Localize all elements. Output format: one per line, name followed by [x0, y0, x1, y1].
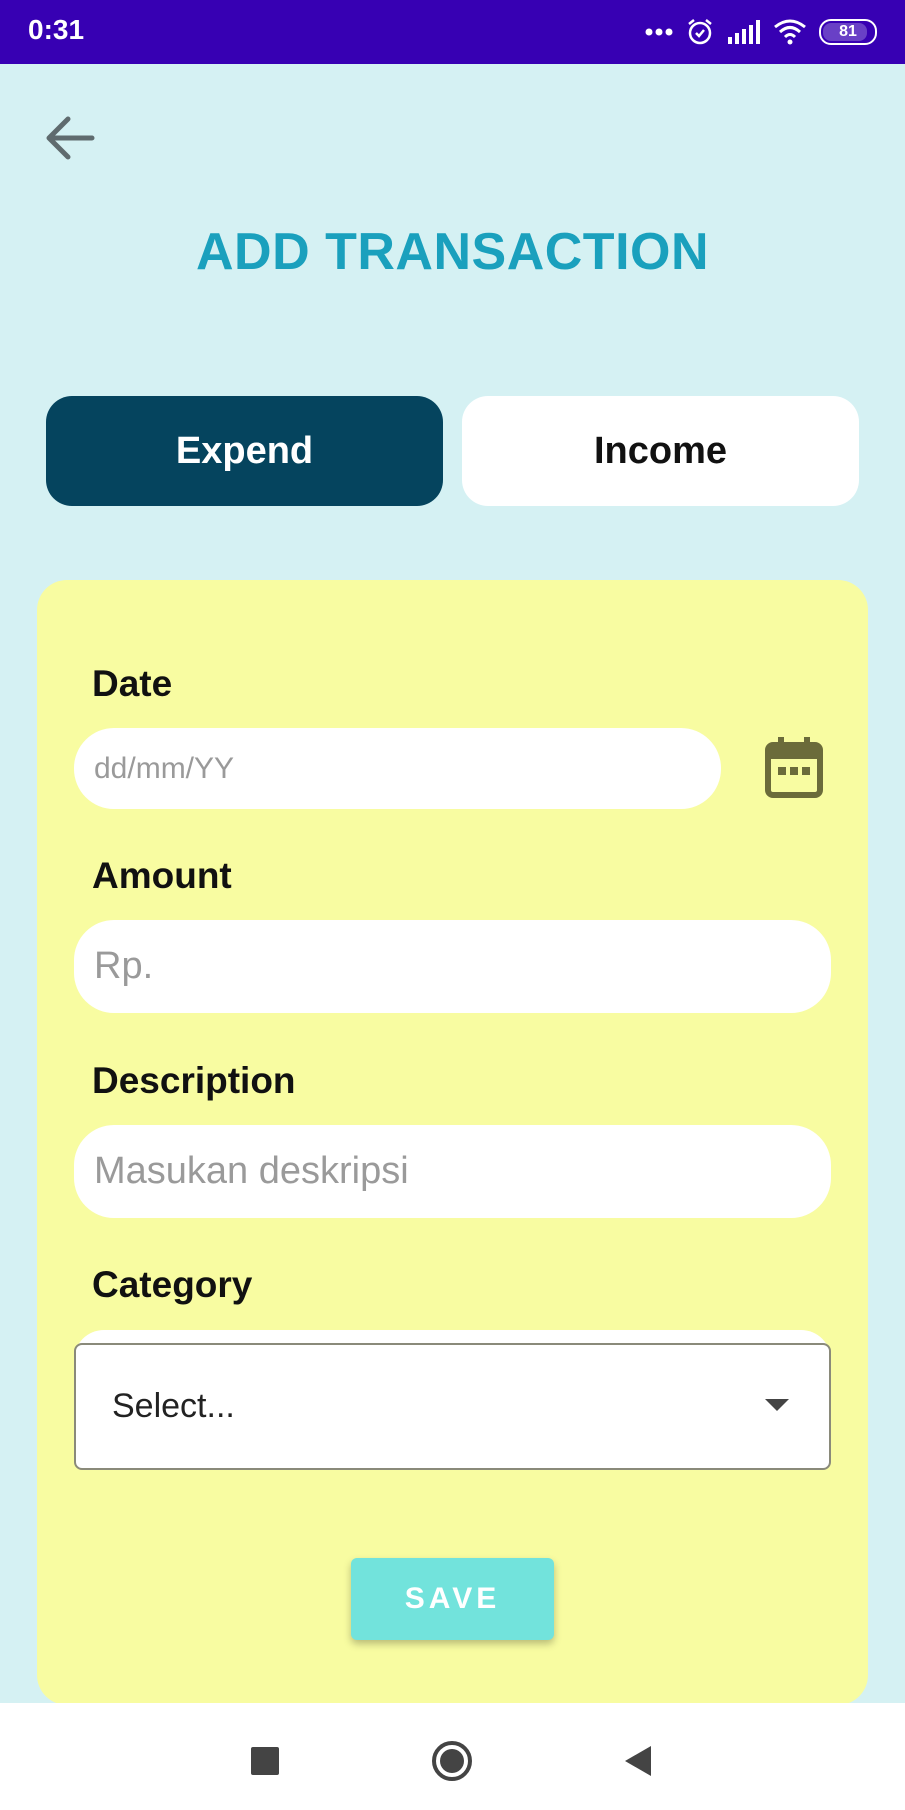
recents-button[interactable]	[235, 1731, 295, 1791]
status-time: 0:31	[28, 14, 85, 45]
battery-level: 81	[839, 23, 857, 40]
amount-label: Amount	[92, 855, 232, 896]
calendar-icon	[765, 737, 823, 798]
save-button[interactable]: SAVE	[351, 1558, 554, 1640]
status-icons: 81	[645, 12, 877, 52]
toggle-income-button[interactable]: Income	[462, 396, 859, 506]
description-label: Description	[92, 1060, 296, 1101]
more-dots-icon	[645, 27, 673, 37]
caret-down-icon	[765, 1399, 789, 1411]
date-input[interactable]	[74, 728, 721, 809]
wifi-icon	[773, 18, 807, 46]
back-triangle-icon	[625, 1746, 651, 1776]
category-selected-value: Select...	[112, 1387, 235, 1425]
system-nav-bar	[0, 1703, 905, 1810]
alarm-icon	[685, 17, 715, 47]
recents-square-icon	[251, 1747, 279, 1775]
description-input[interactable]	[74, 1125, 831, 1218]
battery-icon: 81	[819, 19, 877, 45]
toggle-expend-button[interactable]: Expend	[46, 396, 443, 506]
nav-back-button[interactable]	[608, 1731, 668, 1791]
status-bar: 0:31 81	[0, 0, 905, 64]
category-select[interactable]: Select...	[74, 1343, 831, 1470]
home-circle-icon	[432, 1741, 472, 1781]
home-button[interactable]	[422, 1731, 482, 1791]
date-picker-button[interactable]	[764, 735, 824, 799]
date-label: Date	[92, 663, 173, 704]
back-button[interactable]	[40, 108, 100, 168]
arrow-left-icon	[46, 116, 95, 160]
amount-input[interactable]	[74, 920, 831, 1013]
page-title: ADD TRANSACTION	[195, 223, 710, 281]
signal-icon	[727, 19, 761, 45]
category-label: Category	[92, 1264, 253, 1305]
